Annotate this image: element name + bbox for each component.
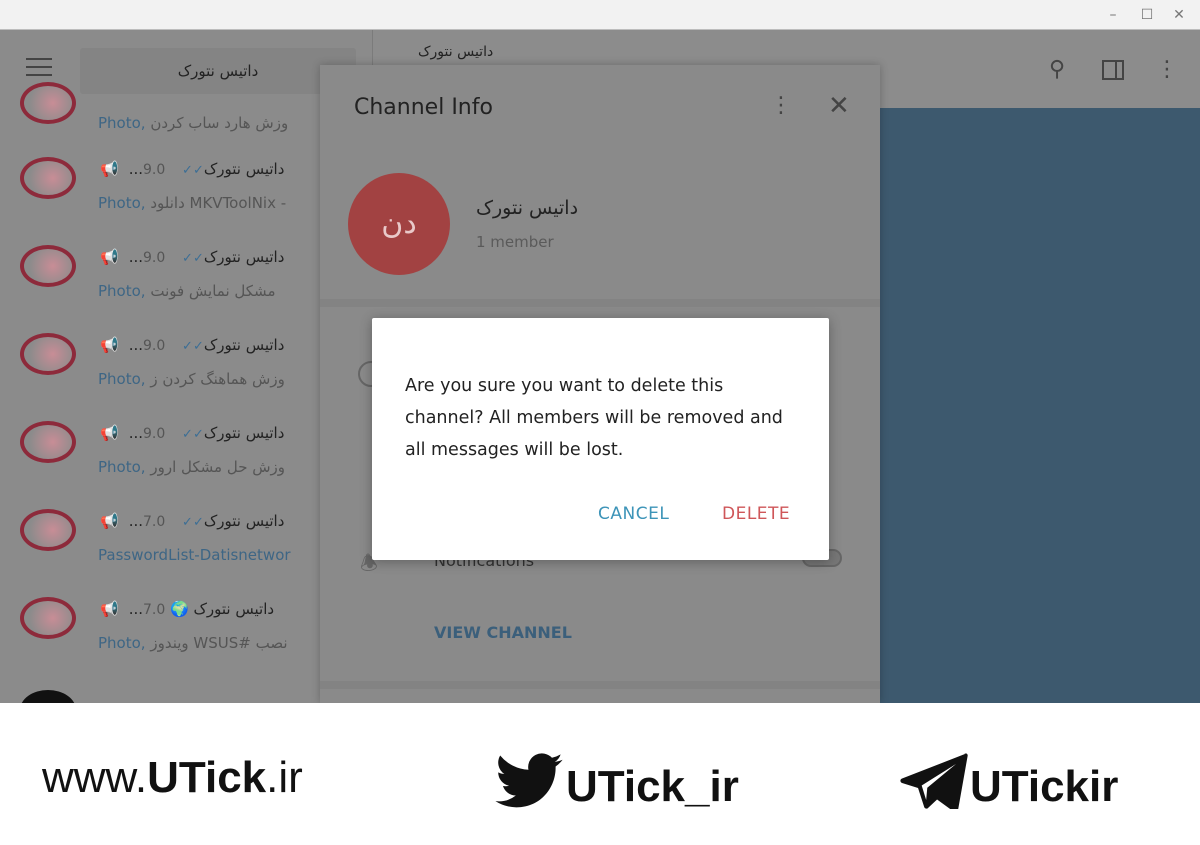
chat-list-item[interactable]: 📢 ...داتیس نتورک✓✓ 9.0 Photo, وزش هماهنگ ک… <box>0 320 372 408</box>
twitter-text: UTick_ir <box>566 762 739 811</box>
double-check-icon: ✓✓ <box>182 251 204 266</box>
chat-title-line: 📢 ...داتیس نتورک✓✓ 7.0 <box>100 512 322 530</box>
twitter-handle[interactable]: UTick_ir <box>492 753 739 812</box>
channel-avatar <box>20 421 76 463</box>
chat-time: 7.0 <box>143 514 166 530</box>
panel-title: Channel Info <box>354 95 493 120</box>
preview-text: ویندوز WSUS# نصب <box>150 634 288 652</box>
telegram-plane-icon <box>900 753 968 813</box>
sidebar-toggle-icon[interactable] <box>1099 56 1127 84</box>
double-check-icon: ✓✓ <box>182 515 204 530</box>
chat-preview: Photo, وزش هماهنگ کردن ز <box>98 370 322 388</box>
delete-channel-dialog: Are you sure you want to delete this cha… <box>372 318 829 560</box>
channel-name: داتیس نتورک <box>476 197 579 219</box>
channel-avatar <box>20 157 76 199</box>
maximize-button[interactable]: ☐ <box>1138 6 1156 24</box>
chat-list-item[interactable]: 📢 ...داتیس نتورک✓✓ 9.0 Photo, وزش حل مشکل … <box>0 408 372 496</box>
chat-preview: Photo, مشکل نمایش فونت <box>98 282 322 300</box>
window-titlebar: – ☐ ✕ <box>0 0 1200 30</box>
view-channel-button[interactable]: VIEW CHANNEL <box>434 623 572 642</box>
double-check-icon: ✓✓ <box>182 339 204 354</box>
chat-time: 7.0 <box>143 602 166 618</box>
website-suffix: .ir <box>266 753 303 802</box>
twitter-bird-icon <box>495 753 563 808</box>
megaphone-icon: 📢 <box>100 424 119 442</box>
preview-text: وزش هماهنگ کردن ز <box>150 370 285 388</box>
close-window-button[interactable]: ✕ <box>1170 6 1188 24</box>
chat-preview: Photo, وزش حل مشکل ارور <box>98 458 322 476</box>
channel-avatar <box>20 82 76 124</box>
website-prefix: www. <box>42 753 148 802</box>
preview-type: Photo, <box>98 194 146 212</box>
preview-type: Photo, <box>98 634 146 652</box>
chat-list-item[interactable]: 📢 ...داتیس نتورک 🌍 7.0 Photo, ویندوز WSUS#… <box>0 584 372 672</box>
panel-close-icon[interactable]: ✕ <box>828 91 850 121</box>
telegram-handle[interactable]: UTickir <box>898 753 1119 813</box>
megaphone-icon: 📢 <box>100 160 119 178</box>
website-name: UTick <box>147 753 267 802</box>
panel-more-icon[interactable]: ⋮ <box>770 93 792 118</box>
chat-preview: PasswordList-Datisnetwor <box>98 546 322 564</box>
divider <box>320 299 880 307</box>
chat-preview: Photo, دانلود MKVToolNix - <box>98 194 322 212</box>
preview-text: وزش هارد ساب کردن <box>150 114 289 132</box>
preview-type: Photo, <box>98 370 146 388</box>
hamburger-menu-icon[interactable] <box>26 58 52 78</box>
chat-time: 9.0 <box>143 338 166 354</box>
search-input[interactable]: داتیس نتورک <box>80 48 356 94</box>
megaphone-icon: 📢 <box>100 600 119 618</box>
megaphone-icon: 📢 <box>100 336 119 354</box>
channel-avatar <box>20 597 76 639</box>
chat-list-item[interactable]: 📢 ...داتیس نتورک✓✓ 9.0 Photo, مشکل نمایش ف… <box>0 232 372 320</box>
megaphone-icon: 📢 <box>100 248 119 266</box>
chat-list-item[interactable]: 📢 ...داتیس نتورک✓✓ 9.0 Photo, دانلود MKVTo… <box>0 144 372 232</box>
preview-text: وزش حل مشکل ارور <box>150 458 286 476</box>
preview-text: PasswordList-Datisnetwor <box>98 546 291 564</box>
chat-title-line: 📢 ...داتیس نتورک✓✓ 9.0 <box>100 336 322 354</box>
channel-avatar <box>20 245 76 287</box>
chat-title-line: 📢 ...داتیس نتورک✓✓ 9.0 <box>100 160 322 178</box>
cancel-button[interactable]: CANCEL <box>598 504 669 524</box>
preview-text: مشکل نمایش فونت <box>150 282 276 300</box>
megaphone-icon: 📢 <box>100 512 119 530</box>
member-count: 1 member <box>476 233 554 251</box>
preview-type: Photo, <box>98 458 146 476</box>
chat-time: 9.0 <box>143 250 166 266</box>
search-icon[interactable]: ⚲ <box>1043 56 1071 84</box>
preview-type: Photo, <box>98 114 146 132</box>
double-check-icon: ✓✓ <box>182 163 204 178</box>
preview-type: Photo, <box>98 282 146 300</box>
delete-button[interactable]: DELETE <box>722 504 790 524</box>
website-link[interactable]: www.UTick.ir <box>42 753 303 803</box>
chat-area <box>880 108 1200 703</box>
minimize-button[interactable]: – <box>1104 6 1122 24</box>
channel-avatar <box>20 509 76 551</box>
double-check-icon: ✓✓ <box>182 427 204 442</box>
chat-title-line: 📢 ...داتیس نتورک 🌍 7.0 <box>100 600 322 618</box>
channel-avatar: دن <box>348 173 450 275</box>
chat-preview: Photo, ویندوز WSUS# نصب <box>98 634 322 652</box>
dialog-message: Are you sure you want to delete this cha… <box>405 376 783 460</box>
chat-time: 9.0 <box>143 162 166 178</box>
channel-avatar <box>20 333 76 375</box>
more-options-icon[interactable]: ⋮ <box>1153 56 1181 84</box>
chat-time: 9.0 <box>143 426 166 442</box>
chat-title-line: 📢 ...داتیس نتورک✓✓ 9.0 <box>100 248 322 266</box>
preview-text: دانلود MKVToolNix - <box>150 194 287 212</box>
chat-title-line: 📢 ...داتیس نتورک✓✓ 9.0 <box>100 424 322 442</box>
telegram-text: UTickir <box>970 762 1119 811</box>
chat-preview: Photo, وزش هارد ساب کردن <box>98 114 322 132</box>
branding-footer: www.UTick.ir UTick_ir UTickir <box>0 703 1200 845</box>
chat-title: داتیس نتورک <box>418 44 494 60</box>
chat-list-item[interactable]: 📢 ...داتیس نتورک✓✓ 7.0 PasswordList-Datis… <box>0 496 372 584</box>
divider <box>320 681 880 689</box>
